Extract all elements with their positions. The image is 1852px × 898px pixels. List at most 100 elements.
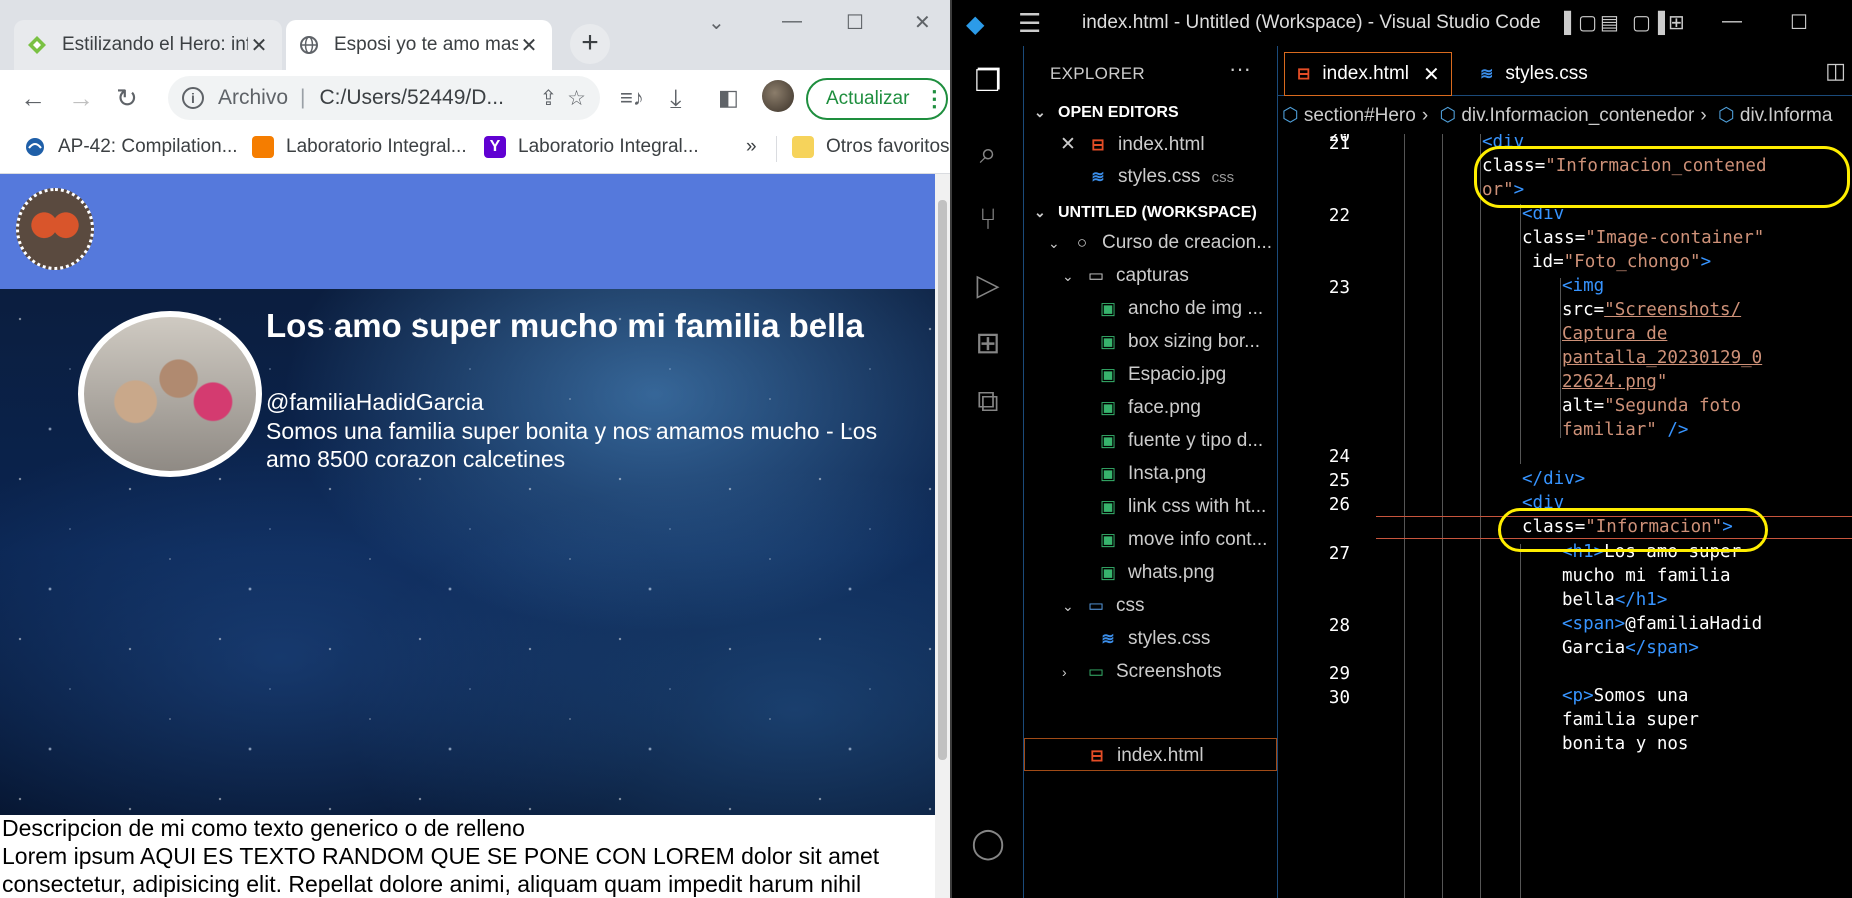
css-folder-icon: ▭ <box>1087 596 1105 615</box>
open-editor-index[interactable]: ✕ ⊟ index.html <box>1024 128 1277 161</box>
breadcrumb: ⬡ section#Hero › ⬡ div.Informacion_conten… <box>1278 98 1852 134</box>
close-icon[interactable]: ✕ <box>1058 128 1078 161</box>
star-icon[interactable]: ☆ <box>567 86 586 111</box>
info-icon[interactable]: i <box>182 87 204 109</box>
breadcrumb-item[interactable]: div.Informa <box>1740 105 1833 126</box>
chevron-down-icon: ⌄ <box>1034 204 1046 220</box>
split-editor-icon[interactable]: ◫ <box>1825 58 1846 84</box>
overflow-label: » <box>746 136 757 157</box>
source-control-icon[interactable]: ⑂ <box>966 198 1010 242</box>
tree-item-root[interactable]: ⌄ ○ Curso de creacion... <box>1024 226 1277 259</box>
accounts-icon[interactable]: ◯ <box>966 822 1010 866</box>
tree-label: face.png <box>1128 397 1201 418</box>
new-tab-button[interactable]: + <box>570 24 610 64</box>
side-panel-icon[interactable]: ◧ <box>718 84 739 112</box>
indent-guide <box>1520 544 1521 898</box>
minimize-icon[interactable]: — <box>782 10 802 33</box>
tree-item-css-folder[interactable]: ⌄ ▭ css <box>1024 589 1277 622</box>
tree-label: Screenshots <box>1116 661 1222 682</box>
highlight-annotation <box>1474 146 1850 208</box>
bookmark-lab1[interactable]: Laboratorio Integral... <box>252 136 467 158</box>
reload-icon[interactable]: ↻ <box>116 84 138 112</box>
tree-item-file[interactable]: ▣ move info cont... <box>1024 523 1277 556</box>
breadcrumb-item[interactable]: div.Informacion_contenedor <box>1461 105 1694 126</box>
maximize-icon[interactable]: ☐ <box>846 10 864 35</box>
bookmark-others[interactable]: Otros favoritos <box>792 136 950 158</box>
tree-item-screenshots[interactable]: › ▭ Screenshots <box>1024 655 1277 688</box>
css-file-icon: ≋ <box>1101 631 1115 648</box>
close-window-icon[interactable]: ✕ <box>914 10 931 35</box>
workspace-header[interactable]: ⌄ UNTITLED (WORKSPACE) <box>1034 204 1257 222</box>
bookmark-label: Otros favoritos <box>826 136 950 157</box>
css-file-icon: ≋ <box>1480 66 1494 83</box>
page-scrollbar[interactable] <box>935 174 950 898</box>
tree-item-file[interactable]: ▣ face.png <box>1024 391 1277 424</box>
code-editor[interactable]: 20 21 22 23 24 25 26 27 28 29 30 <div cl… <box>1278 134 1852 898</box>
more-actions-icon[interactable]: ··· <box>1229 56 1251 82</box>
tree-item-file[interactable]: ▣ fuente y tipo d... <box>1024 424 1277 457</box>
page-body: Descripcion de mi como texto generico o … <box>2 814 932 898</box>
editor-tab-styles[interactable]: ≋ styles.css <box>1468 52 1618 96</box>
vscode-titlebar: ◆ ☰ index.html - Untitled (Workspace) - … <box>952 0 1852 46</box>
back-icon[interactable]: ← <box>20 84 46 112</box>
search-icon[interactable]: ⌕ <box>966 132 1010 176</box>
tree-item-capturas[interactable]: ⌄ ▭ capturas <box>1024 259 1277 292</box>
download-icon[interactable]: ⤓ <box>670 84 682 112</box>
bookmarks-overflow[interactable]: » <box>746 136 757 158</box>
close-icon[interactable]: ✕ <box>248 33 270 58</box>
tree-item-file[interactable]: ▣ Espacio.jpg <box>1024 358 1277 391</box>
code-line: bella</h1> <box>1562 590 1668 610</box>
remote-explorer-icon[interactable]: ⧉ <box>966 380 1010 424</box>
tree-item-index[interactable]: ⊟ index.html <box>1024 738 1277 771</box>
tree-item-file[interactable]: ▣ Insta.png <box>1024 457 1277 490</box>
css-file-icon: ≋ <box>1091 169 1105 186</box>
update-button[interactable]: Actualizar ⋮ <box>806 78 948 120</box>
minimize-icon[interactable]: — <box>1722 10 1742 33</box>
bookmark-lab2[interactable]: Y Laboratorio Integral... <box>484 136 699 158</box>
menu-icon[interactable]: ☰ <box>1018 8 1041 39</box>
bookmarks-divider <box>776 136 777 162</box>
tree-item-file[interactable]: ▣ link css with ht... <box>1024 490 1277 523</box>
extensions-icon[interactable]: ⊞ <box>966 322 1010 366</box>
code-line: </div> <box>1522 469 1586 489</box>
address-bar[interactable]: i Archivo | C:/Users/52449/D... ⇪ ☆ <box>168 76 600 120</box>
url-text[interactable]: C:/Users/52449/D... <box>320 86 530 110</box>
share-icon[interactable]: ⇪ <box>540 86 558 111</box>
tree-item-file[interactable]: ▣ box sizing bor... <box>1024 325 1277 358</box>
toggle-sidebar-icon[interactable]: ▌▢ <box>1564 10 1597 35</box>
close-icon[interactable]: ✕ <box>1423 62 1440 87</box>
tree-item-file[interactable]: ▣ whats.png <box>1024 556 1277 589</box>
customize-layout-icon[interactable]: ⊞ <box>1668 10 1685 35</box>
explorer-icon[interactable]: ❐ <box>966 60 1010 104</box>
tree-label: Curso de creacion... <box>1102 232 1273 253</box>
tree-label: styles.css <box>1128 628 1211 649</box>
chevron-down-icon[interactable]: ⌄ <box>708 10 725 35</box>
open-editor-styles[interactable]: ≋ styles.css css <box>1024 160 1277 193</box>
close-icon[interactable]: ✕ <box>518 33 540 58</box>
forward-icon[interactable]: → <box>68 84 94 112</box>
profile-avatar[interactable] <box>762 80 794 112</box>
open-editors-header[interactable]: ⌄ OPEN EDITORS <box>1034 104 1179 122</box>
file-label: styles.css <box>1118 166 1201 187</box>
tab-esposi[interactable]: Esposi yo te amo mas ✕ <box>286 20 552 70</box>
line-number: 27 <box>1328 544 1350 564</box>
tab-estilizando[interactable]: Estilizando el Hero: inf ✕ <box>14 20 282 70</box>
tree-item-file[interactable]: ≋ styles.css <box>1024 622 1277 655</box>
tree-item-file[interactable]: ▣ ancho de img ... <box>1024 292 1277 325</box>
site-logo[interactable] <box>16 188 94 270</box>
scrollbar-thumb[interactable] <box>938 200 947 760</box>
more-icon[interactable]: ⋮ <box>923 86 945 112</box>
code-line: id="Foto_chongo"> <box>1532 252 1712 272</box>
media-control-icon[interactable]: ≡♪ <box>620 84 644 112</box>
breadcrumb-item[interactable]: section#Hero <box>1304 105 1416 126</box>
tree-label: Espacio.jpg <box>1128 364 1227 385</box>
image-file-icon: ▣ <box>1099 332 1117 351</box>
maximize-icon[interactable]: ☐ <box>1790 10 1808 35</box>
toggle-secondary-sidebar-icon[interactable]: ▢▐ <box>1632 10 1665 35</box>
run-debug-icon[interactable]: ▷ <box>966 264 1010 308</box>
bookmark-ap42[interactable]: AP-42: Compilation... <box>24 136 238 158</box>
editor-tab-index[interactable]: ⊟ index.html ✕ <box>1284 52 1452 96</box>
image-file-icon: ▣ <box>1099 299 1117 318</box>
chevron-right-icon: › <box>1421 105 1429 126</box>
toggle-panel-icon[interactable]: ▤ <box>1600 10 1619 35</box>
